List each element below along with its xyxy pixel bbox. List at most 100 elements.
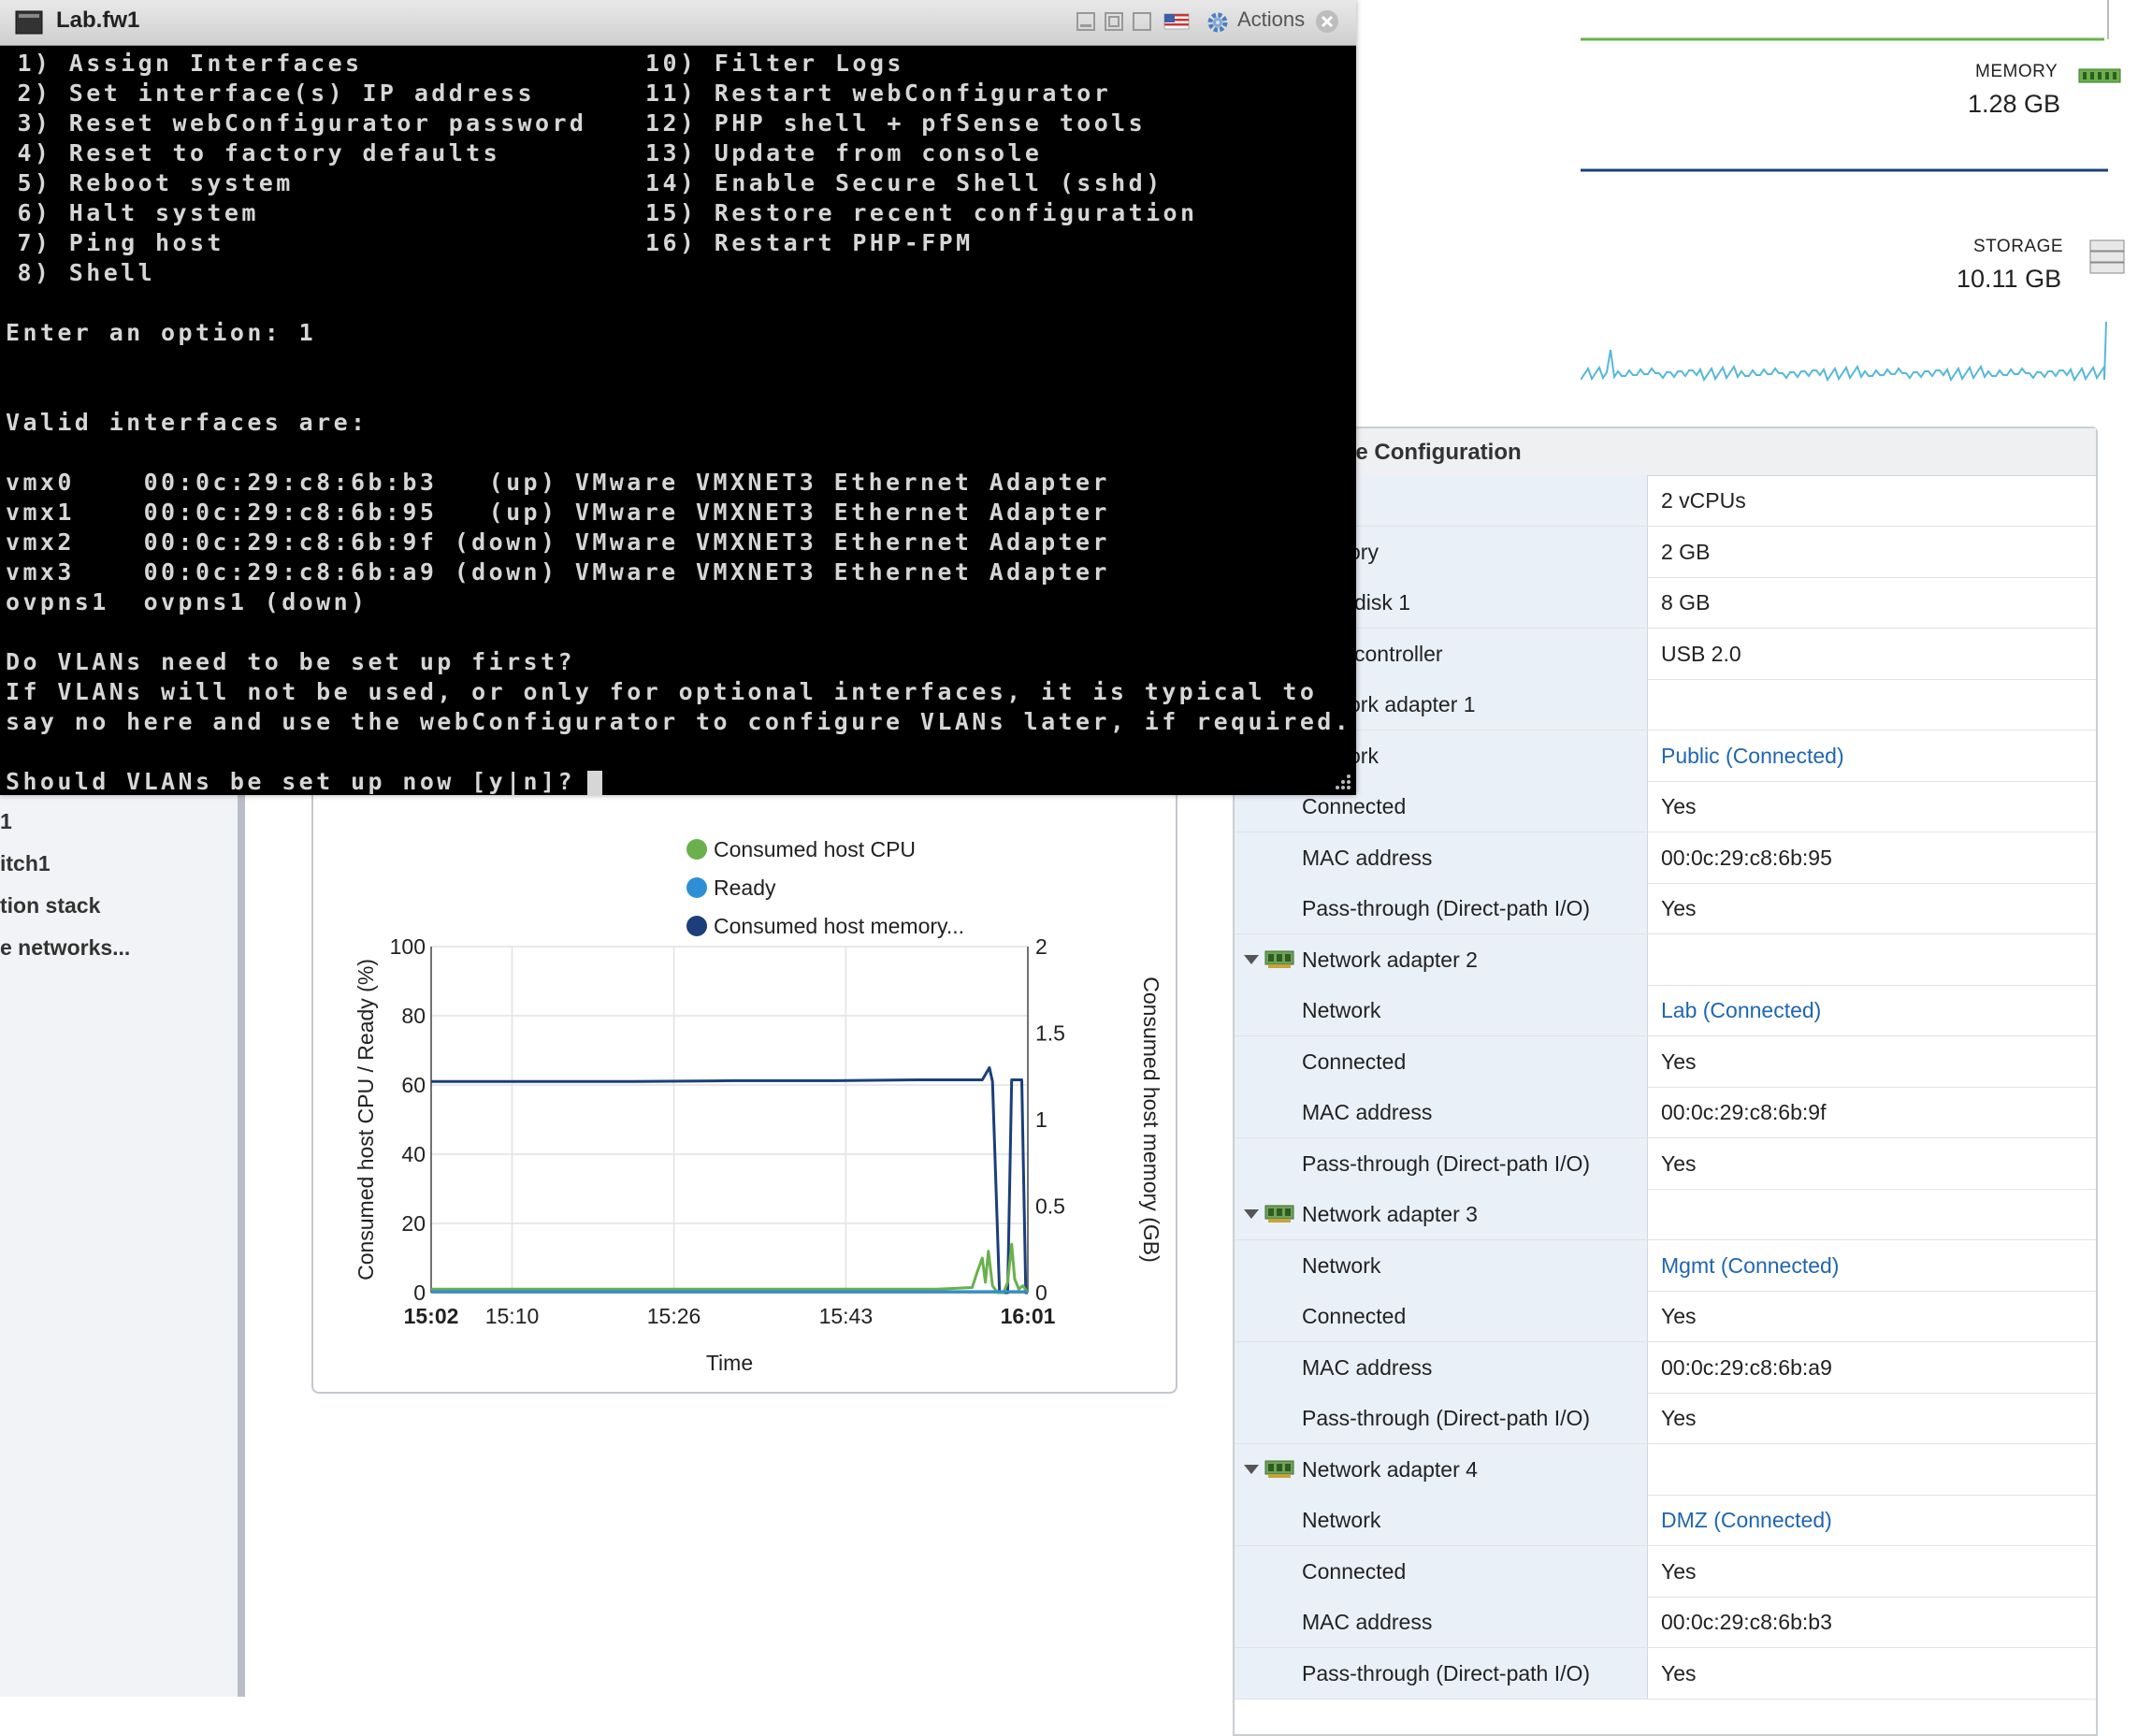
console-screen[interactable]: 1) Assign Interfaces 2) Set interface(s)… [0,45,1356,795]
console-interface-line: vmx1 00:0c:29:c8:6b:95 (up) VMware VMXNE… [6,499,1110,526]
hardware-row-value: Yes [1661,1049,1697,1074]
hardware-row-label: MAC address [1302,1610,1433,1634]
hardware-group-row[interactable]: Network adapter 3 [1235,1189,2096,1240]
console-cursor [587,771,602,795]
expand-triangle-icon[interactable] [1244,954,1259,964]
hardware-row-label: Network adapter 2 [1302,947,1478,972]
y-left-tick-label: 100 [390,934,426,959]
console-menu-left-line: 6) Halt system [0,199,259,226]
y-left-tick-label: 0 [413,1280,426,1305]
sidebar-item-tcpip-stack[interactable]: tion stack [0,893,100,919]
hardware-row: Pass-through (Direct-path I/O) Yes [1235,1137,2096,1190]
hardware-label-cell: MAC address [1235,1087,1648,1137]
minimize-icon[interactable] [1076,11,1096,32]
panel-title: re Configuration [1347,440,1522,465]
network-link[interactable]: DMZ (Connected) [1661,1508,1832,1533]
console-valid-interfaces-header: Valid interfaces are: [6,409,368,436]
hardware-row-label: Network [1302,998,1381,1022]
hardware-row-label: Network [1302,1252,1381,1278]
maximize-icon[interactable] [1132,11,1152,32]
storage-icon [2089,239,2125,275]
network-link[interactable]: Lab (Connected) [1661,998,1821,1023]
resize-grip-icon[interactable] [1332,771,1352,791]
hardware-row-label: disk 1 [1354,590,1411,615]
network-link[interactable]: Mgmt (Connected) [1661,1253,1839,1279]
console-icon [15,10,43,35]
legend-marker [686,877,707,898]
network-link[interactable]: Public (Connected) [1661,744,1844,769]
storage-value: 10.11 GB [1957,265,2062,293]
hardware-row-label: Connected [1302,1304,1407,1328]
hardware-row-value: 8 GB [1661,590,1711,615]
vm-console-window[interactable]: Lab.fw1 Actions 1) Assign Interfaces 2) … [0,0,1356,795]
hardware-row-label: Pass-through (Direct-path I/O) [1302,896,1591,920]
hardware-label-cell: MAC address [1235,832,1648,883]
hardware-row: 2 vCPUs [1235,475,2096,527]
sidebar-item-switch[interactable]: itch1 [0,851,51,876]
hardware-row: Pass-through (Direct-path I/O) Yes [1235,883,2096,934]
y-left-tick-label: 80 [401,1004,426,1028]
console-window-title: Lab.fw1 [56,7,140,33]
restore-icon[interactable] [1104,11,1124,32]
hardware-row: Network Lab (Connected) [1235,985,2096,1036]
keyboard-flag-icon[interactable] [1163,11,1190,32]
legend-label: Consumed host CPU [714,837,916,861]
y-left-tick-label: 40 [401,1142,426,1166]
hardware-row-value: 00:0c:29:c8:6b:a9 [1661,1354,1832,1380]
hardware-row-value: 2 GB [1661,539,1711,564]
console-menu-right-line: 11) Restart webConfigurator [645,80,1112,107]
hardware-label-cell: Pass-through (Direct-path I/O) [1235,1137,1648,1189]
hardware-row-value: 00:0c:29:c8:6b:9f [1661,1100,1827,1124]
hardware-row-label: Connected [1302,794,1407,818]
console-interface-line: vmx3 00:0c:29:c8:6b:a9 (down) VMware VMX… [6,558,1110,586]
hardware-row-value: Yes [1661,896,1697,920]
sidebar-item-networks[interactable]: e networks... [0,935,130,961]
actions-menu-button[interactable]: Actions [1237,7,1305,32]
console-interface-line: ovpns1 ovpns1 (down) [6,588,368,615]
expand-triangle-icon[interactable] [1244,1464,1259,1474]
hardware-group-row[interactable]: Network adapter 4 [1235,1443,2096,1496]
legend-label: Ready [714,875,776,900]
y-axis-left-title: Consumed host CPU / Ready (%) [354,959,378,1280]
console-menu-right-line: 12) PHP shell + pfSense tools [645,109,1147,137]
console-title-bar[interactable]: Lab.fw1 Actions [0,0,1356,46]
memory-icon [2078,65,2121,86]
x-tick-label: 15:02 [404,1304,459,1328]
expand-triangle-icon[interactable] [1244,1209,1259,1219]
hardware-row-value: 2 vCPUs [1661,488,1746,513]
hardware-label-cell: Pass-through (Direct-path I/O) [1235,1393,1648,1443]
y-right-tick-label: 1 [1035,1107,1047,1132]
console-vlan-prompt: Should VLANs be set up now [y|n]? [6,768,593,795]
hardware-label-cell: MAC address [1235,1341,1648,1393]
cpu-sparkline [1581,0,2109,41]
console-menu-left-line: 1) Assign Interfaces [0,50,363,77]
legend-label: Consumed host memory... [714,914,964,938]
hardware-row: ork Public (Connected) [1235,730,2096,782]
hardware-row-label: Network adapter 4 [1302,1456,1478,1482]
console-menu-right-line: 13) Update from console [645,139,1043,166]
hardware-row: MAC address 00:0c:29:c8:6b:95 [1235,832,2096,884]
hardware-group-row[interactable]: Network adapter 2 [1235,933,2096,986]
hardware-row-label: ork adapter 1 [1349,692,1476,716]
close-icon[interactable] [1314,8,1340,35]
sidebar-item-1[interactable]: 1 [0,809,12,834]
vm-hardware-panel: re Configuration 2 vCPUs ory 2 GB disk 1 8 G… [1233,427,2098,1736]
y-right-tick-label: 2 [1035,934,1047,959]
hardware-row-label: Connected [1302,1049,1407,1074]
console-option-prompt: Enter an option: 1 [6,319,317,346]
hardware-label-cell: Network [1235,1239,1648,1291]
hardware-row: MAC address 00:0c:29:c8:6b:9f [1235,1087,2096,1138]
console-menu-right-line: 14) Enable Secure Shell (sshd) [645,169,1163,196]
performance-chart: Consumed host CPU Ready Consumed host memo… [354,837,1163,1375]
panel-header: re Configuration [1235,428,2096,476]
hardware-row-label: Network [1302,1508,1381,1532]
hardware-row-value: Yes [1661,1304,1697,1328]
x-tick-label: 15:10 [485,1304,540,1328]
x-tick-label: 15:43 [819,1304,874,1328]
console-vlan-question: Do VLANs need to be set up first? [6,648,575,675]
console-menu-right-line: 16) Restart PHP-FPM [645,229,974,256]
hardware-row: MAC address 00:0c:29:c8:6b:a9 [1235,1341,2096,1394]
gear-icon[interactable] [1205,9,1231,36]
hardware-row: Pass-through (Direct-path I/O) Yes [1235,1393,2096,1444]
hardware-label-cell: Network [1235,1495,1648,1545]
